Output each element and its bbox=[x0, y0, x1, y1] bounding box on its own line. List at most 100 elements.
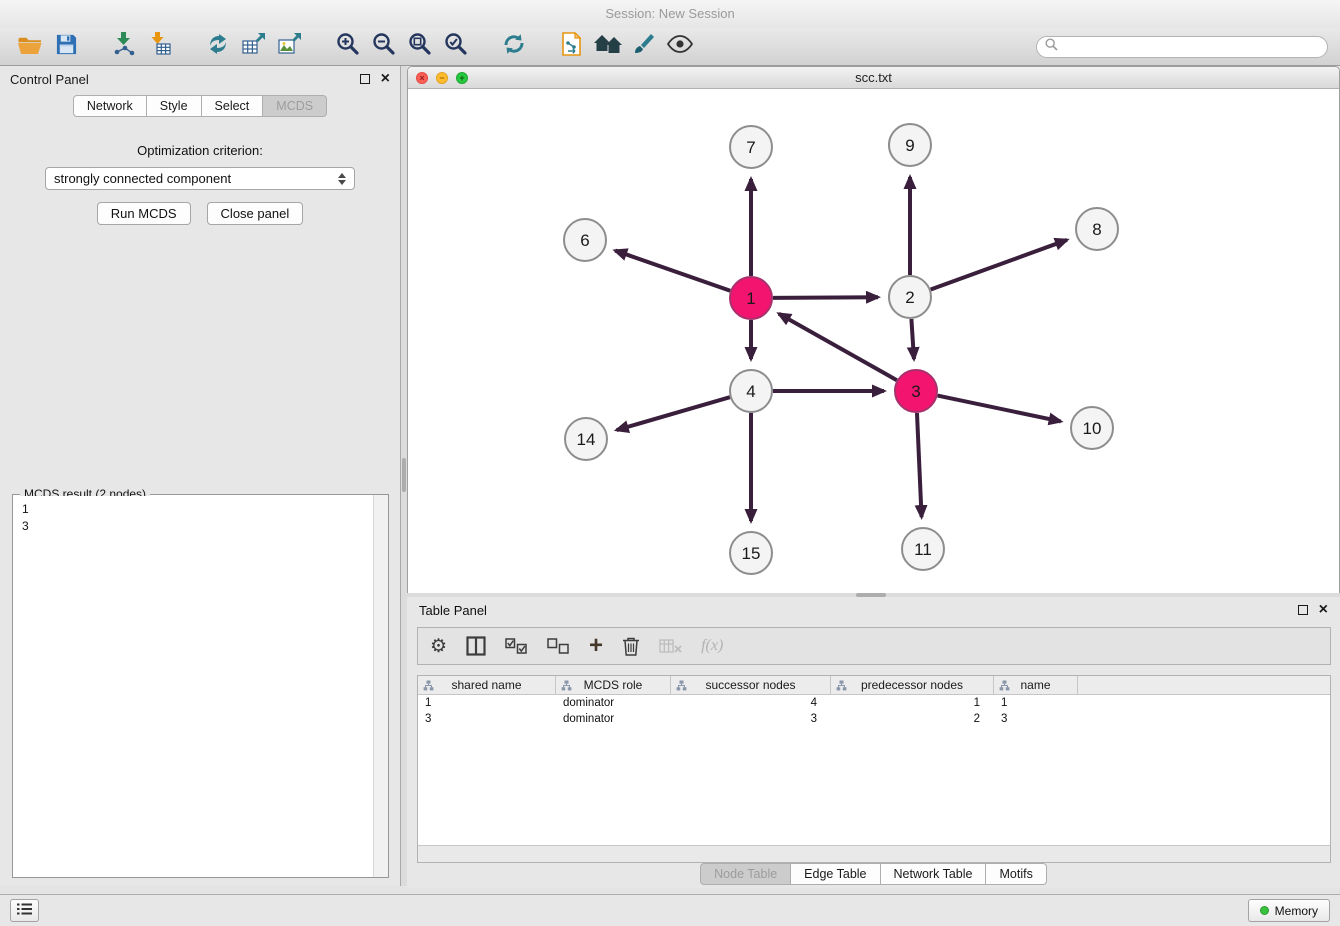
tab-node-table[interactable]: Node Table bbox=[700, 863, 791, 885]
table-toolbar: ⚙ + f(x) bbox=[417, 627, 1331, 665]
search-input[interactable] bbox=[1063, 40, 1319, 54]
table-horizontal-scrollbar[interactable] bbox=[418, 845, 1330, 862]
float-panel-icon[interactable] bbox=[360, 74, 370, 84]
home-button[interactable] bbox=[590, 31, 626, 63]
table-panel-tabs: Node TableEdge TableNetwork TableMotifs bbox=[407, 863, 1340, 885]
zoom-out-button[interactable] bbox=[366, 31, 402, 63]
node-label: 1 bbox=[746, 289, 755, 308]
table-panel-title: Table Panel bbox=[419, 603, 487, 618]
edge-4-14[interactable] bbox=[617, 397, 730, 430]
edge-3-1[interactable] bbox=[779, 314, 897, 380]
home-icon bbox=[594, 33, 622, 60]
criterion-dropdown[interactable]: strongly connected component bbox=[45, 167, 355, 190]
node-10[interactable]: 10 bbox=[1071, 407, 1113, 449]
zoom-fit-button[interactable] bbox=[402, 31, 438, 63]
memory-button[interactable]: Memory bbox=[1248, 899, 1330, 922]
column-header-label: shared name bbox=[451, 678, 521, 692]
column-header-label: predecessor nodes bbox=[861, 678, 963, 692]
export-image-button[interactable] bbox=[272, 31, 308, 63]
column-header-predecessor-nodes[interactable]: predecessor nodes bbox=[831, 676, 994, 694]
apply-style-button[interactable] bbox=[626, 31, 662, 63]
tab-network-table[interactable]: Network Table bbox=[880, 863, 987, 885]
tab-style[interactable]: Style bbox=[146, 95, 202, 117]
node-label: 7 bbox=[746, 138, 755, 157]
save-session-button[interactable] bbox=[48, 31, 84, 63]
open-session-button[interactable] bbox=[12, 31, 48, 63]
dropdown-arrows-icon bbox=[338, 173, 346, 185]
node-11[interactable]: 11 bbox=[902, 528, 944, 570]
network-view-window: scc.txt 7 9 6 8 1 2 4 3 14 10 15 11 bbox=[407, 66, 1340, 593]
tab-select[interactable]: Select bbox=[201, 95, 264, 117]
zoom-in-button[interactable] bbox=[330, 31, 366, 63]
node-7[interactable]: 7 bbox=[730, 126, 772, 168]
table-panel-header: Table Panel × bbox=[407, 597, 1340, 623]
node-8[interactable]: 8 bbox=[1076, 208, 1118, 250]
node-3[interactable]: 3 bbox=[895, 370, 937, 412]
tab-mcds[interactable]: MCDS bbox=[262, 95, 327, 117]
node-4[interactable]: 4 bbox=[730, 370, 772, 412]
close-panel-button[interactable]: Close panel bbox=[207, 202, 304, 225]
vertical-splitter-handle[interactable] bbox=[402, 458, 406, 492]
edge-3-10[interactable] bbox=[938, 396, 1061, 422]
table-header-row: shared name MCDS role successor nodes prede… bbox=[418, 676, 1330, 695]
table-row[interactable]: 1dominator411 bbox=[418, 695, 1330, 711]
node-label: 10 bbox=[1083, 419, 1102, 438]
tab-edge-table[interactable]: Edge Table bbox=[790, 863, 880, 885]
column-header-shared-name[interactable]: shared name bbox=[418, 676, 556, 694]
run-mcds-button[interactable]: Run MCDS bbox=[97, 202, 191, 225]
import-network-button[interactable] bbox=[106, 31, 142, 63]
node-9[interactable]: 9 bbox=[889, 124, 931, 166]
tab-network[interactable]: Network bbox=[73, 95, 147, 117]
network-window-titlebar[interactable]: scc.txt bbox=[408, 67, 1339, 89]
criterion-dropdown-value: strongly connected component bbox=[54, 171, 231, 186]
result-scrollbar[interactable] bbox=[373, 495, 388, 877]
column-header-mcds-role[interactable]: MCDS role bbox=[556, 676, 671, 694]
window-zoom-icon[interactable] bbox=[456, 72, 468, 84]
control-panel-title: Control Panel bbox=[10, 72, 89, 87]
window-minimize-icon[interactable] bbox=[436, 72, 448, 84]
import-table-button[interactable] bbox=[142, 31, 178, 63]
window-close-icon[interactable] bbox=[416, 72, 428, 84]
add-column-icon[interactable]: + bbox=[589, 631, 603, 661]
table-cell: dominator bbox=[556, 711, 671, 727]
column-header-successor-nodes[interactable]: successor nodes bbox=[671, 676, 831, 694]
tab-motifs[interactable]: Motifs bbox=[985, 863, 1046, 885]
search-box[interactable] bbox=[1036, 36, 1328, 58]
float-table-panel-icon[interactable] bbox=[1298, 605, 1308, 615]
copy-view-icon bbox=[559, 31, 585, 62]
refresh-button[interactable] bbox=[496, 31, 532, 63]
network-graph[interactable]: 7 9 6 8 1 2 4 3 14 10 15 11 bbox=[408, 89, 1339, 593]
node-6[interactable]: 6 bbox=[564, 219, 606, 261]
copy-view-button[interactable] bbox=[554, 31, 590, 63]
export-network-button[interactable] bbox=[200, 31, 236, 63]
column-header-name[interactable]: name bbox=[994, 676, 1078, 694]
edge-2-3[interactable] bbox=[911, 319, 914, 359]
network-canvas[interactable]: 7 9 6 8 1 2 4 3 14 10 15 11 bbox=[408, 89, 1339, 593]
zoom-selected-button[interactable] bbox=[438, 31, 474, 63]
edge-1-2[interactable] bbox=[773, 297, 878, 298]
search-icon bbox=[1045, 38, 1058, 56]
table-cell: 2 bbox=[831, 711, 994, 727]
close-table-panel-icon[interactable]: × bbox=[1319, 605, 1328, 615]
edge-3-11[interactable] bbox=[917, 413, 922, 517]
show-hide-button[interactable] bbox=[662, 31, 698, 63]
show-columns-icon[interactable] bbox=[466, 631, 486, 661]
delete-column-icon[interactable] bbox=[622, 631, 640, 661]
edge-1-6[interactable] bbox=[615, 251, 730, 291]
node-2[interactable]: 2 bbox=[889, 276, 931, 318]
close-panel-icon[interactable]: × bbox=[381, 74, 390, 84]
column-tree-icon bbox=[836, 680, 847, 691]
column-header-label: successor nodes bbox=[705, 678, 795, 692]
task-history-button[interactable] bbox=[10, 899, 39, 922]
select-all-columns-icon[interactable] bbox=[505, 631, 528, 661]
node-1[interactable]: 1 bbox=[730, 277, 772, 319]
node-14[interactable]: 14 bbox=[565, 418, 607, 460]
control-panel-tabs: NetworkStyleSelectMCDS bbox=[0, 95, 400, 117]
unselect-all-columns-icon[interactable] bbox=[547, 631, 570, 661]
column-tree-icon bbox=[561, 680, 572, 691]
export-table-button[interactable] bbox=[236, 31, 272, 63]
node-15[interactable]: 15 bbox=[730, 532, 772, 574]
edge-2-8[interactable] bbox=[931, 240, 1067, 290]
table-row[interactable]: 3dominator323 bbox=[418, 711, 1330, 727]
table-settings-gear-icon[interactable]: ⚙ bbox=[430, 631, 447, 661]
